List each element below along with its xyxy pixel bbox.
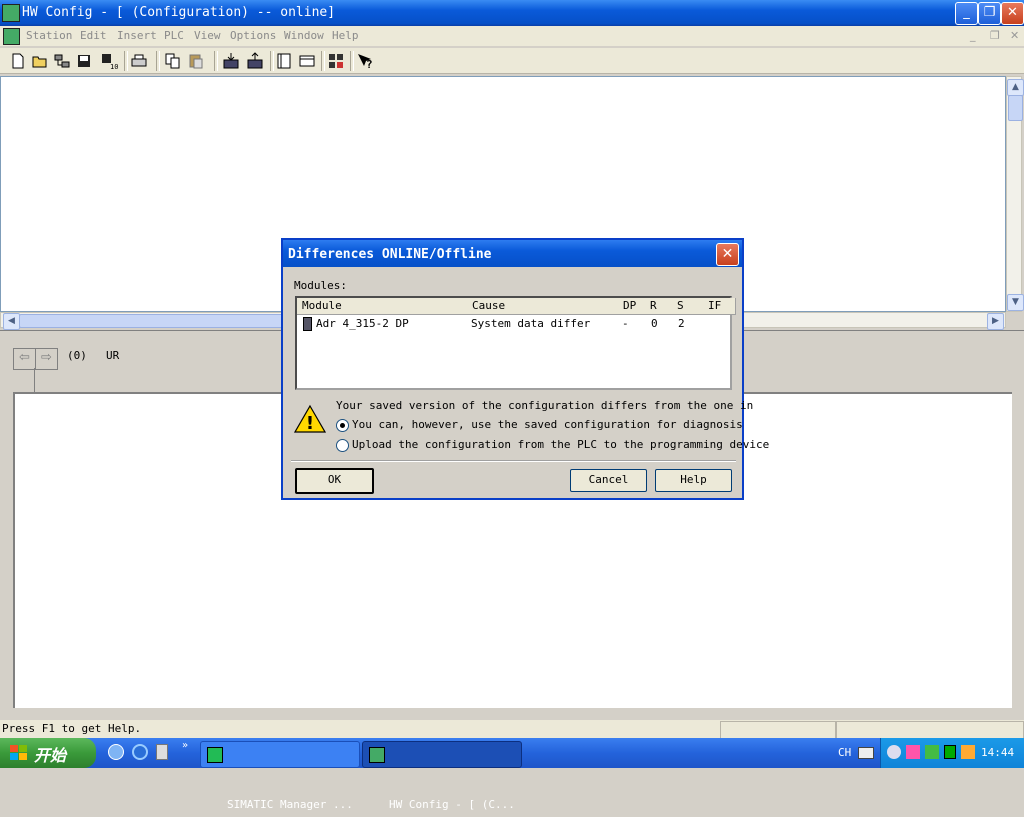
task-label: HW Config - [ (C... bbox=[389, 798, 515, 811]
status-bar: Press F1 to get Help. bbox=[0, 720, 1024, 739]
tray-app-icon[interactable] bbox=[906, 745, 920, 759]
catalog-icon[interactable] bbox=[275, 52, 293, 70]
warning-icon: ! bbox=[294, 404, 326, 434]
hw-config-app-icon[interactable] bbox=[2, 4, 20, 22]
save-icon[interactable] bbox=[75, 52, 93, 70]
tray-security-icon[interactable] bbox=[925, 745, 939, 759]
cell-r: 0 bbox=[651, 317, 658, 330]
menu-bar: Station Edit Insert PLC View Options Win… bbox=[0, 26, 1024, 46]
start-label: 开始 bbox=[34, 746, 67, 765]
vertical-scrollbar[interactable]: ▲ ▼ bbox=[1006, 76, 1024, 312]
scroll-left-icon[interactable]: ◀ bbox=[3, 313, 20, 330]
differences-dialog: Differences ONLINE/Offline ✕ Modules: Mo… bbox=[281, 238, 769, 500]
dialog-title: Differences ONLINE/Offline bbox=[288, 247, 492, 262]
context-help-icon[interactable]: ? bbox=[356, 52, 374, 71]
cancel-button[interactable]: Cancel bbox=[570, 469, 647, 492]
scroll-thumb[interactable] bbox=[1008, 95, 1023, 121]
paste-icon[interactable] bbox=[187, 52, 205, 70]
ok-button[interactable]: OK bbox=[295, 468, 374, 494]
keyboard-icon[interactable] bbox=[858, 747, 874, 759]
status-cell bbox=[720, 721, 836, 739]
dialog-title-bar: Differences ONLINE/Offline ✕ bbox=[283, 240, 742, 267]
simatic-icon bbox=[207, 747, 223, 763]
col-header-cause[interactable]: Cause bbox=[467, 298, 624, 315]
close-button[interactable]: ✕ bbox=[1001, 2, 1024, 25]
download-icon[interactable] bbox=[222, 52, 240, 70]
rack-name-label: UR bbox=[106, 349, 120, 362]
cell-cause: System data differ bbox=[471, 317, 591, 330]
help-button[interactable]: Help bbox=[655, 469, 732, 492]
svg-text:10: 10 bbox=[110, 63, 118, 70]
modules-label: Modules: bbox=[294, 279, 347, 292]
quicklaunch-more-icon[interactable]: » bbox=[182, 740, 188, 751]
back-arrow-icon[interactable]: ⇦ bbox=[13, 348, 36, 370]
hw-config-icon bbox=[369, 747, 385, 763]
menu-window[interactable]: Window bbox=[284, 29, 324, 42]
menu-options[interactable]: Options bbox=[230, 29, 276, 42]
col-header-module[interactable]: Module bbox=[297, 298, 473, 315]
minimize-button[interactable]: _ bbox=[955, 2, 978, 25]
dialog-close-button[interactable]: ✕ bbox=[716, 243, 739, 266]
tray-network-icon[interactable] bbox=[961, 745, 975, 759]
rack-slot-label: (0) bbox=[67, 349, 87, 362]
tray-status-icon[interactable] bbox=[944, 745, 956, 759]
calculator-icon[interactable] bbox=[156, 744, 168, 760]
col-header-if[interactable]: IF bbox=[703, 298, 736, 315]
scroll-down-icon[interactable]: ▼ bbox=[1007, 294, 1024, 311]
taskbar-hw-config[interactable]: HW Config - [ (C... bbox=[362, 741, 522, 811]
mdi-minimize-icon[interactable]: _ bbox=[970, 29, 976, 42]
config-icon[interactable] bbox=[327, 52, 345, 70]
forward-arrow-icon[interactable]: ⇨ bbox=[35, 348, 58, 370]
restore-button[interactable]: ❐ bbox=[978, 2, 1001, 25]
status-text: Press F1 to get Help. bbox=[2, 722, 142, 735]
cell-s: 2 bbox=[678, 317, 685, 330]
option-upload-label[interactable]: Upload the configuration from the PLC to… bbox=[352, 438, 769, 451]
ie-icon[interactable] bbox=[132, 744, 148, 760]
module-icon bbox=[303, 317, 312, 331]
save-compile-icon[interactable]: 10 bbox=[100, 52, 118, 71]
menu-edit[interactable]: Edit bbox=[80, 29, 107, 42]
mdi-restore-icon[interactable]: ❐ bbox=[990, 29, 1000, 42]
menu-view[interactable]: View bbox=[194, 29, 221, 42]
clock[interactable]: 14:44 bbox=[981, 746, 1014, 759]
taskbar-simatic-manager[interactable]: SIMATIC Manager ... bbox=[200, 741, 360, 811]
svg-text:!: ! bbox=[306, 413, 314, 434]
divider bbox=[34, 368, 35, 392]
cell-module: Adr 4_315-2 DP bbox=[316, 317, 409, 330]
online-icon[interactable] bbox=[53, 52, 71, 70]
upload-icon[interactable] bbox=[246, 52, 264, 70]
task-label: SIMATIC Manager ... bbox=[227, 798, 353, 811]
copy-icon[interactable] bbox=[164, 52, 182, 70]
network-icon[interactable] bbox=[298, 52, 316, 70]
system-tray: 14:44 bbox=[880, 738, 1024, 768]
window-title: HW Config - [ (Configuration) -- online] bbox=[22, 5, 336, 20]
dialog-divider bbox=[291, 460, 736, 462]
mdi-close-icon[interactable]: ✕ bbox=[1010, 29, 1019, 42]
show-desktop-icon[interactable] bbox=[108, 744, 124, 760]
menu-plc[interactable]: PLC bbox=[164, 29, 184, 42]
scroll-up-icon[interactable]: ▲ bbox=[1007, 79, 1024, 96]
status-cell bbox=[836, 721, 1024, 739]
menu-help[interactable]: Help bbox=[332, 29, 359, 42]
option-diagnosis-radio[interactable] bbox=[336, 419, 349, 432]
option-diagnosis-label[interactable]: You can, however, use the saved configur… bbox=[352, 418, 743, 431]
windows-logo-icon bbox=[10, 745, 27, 760]
start-button[interactable]: 开始 bbox=[0, 738, 96, 768]
toolbar: 10 ? bbox=[0, 48, 1024, 74]
title-bar: HW Config - [ (Configuration) -- online]… bbox=[0, 0, 1024, 26]
cell-dp: - bbox=[622, 317, 629, 330]
mdi-child-icon[interactable] bbox=[3, 28, 20, 45]
modules-table: Module Cause DP R S IF Adr 4_315-2 DP Sy… bbox=[295, 296, 736, 390]
menu-station[interactable]: Station bbox=[26, 29, 72, 42]
option-upload-radio[interactable] bbox=[336, 439, 349, 452]
svg-text:?: ? bbox=[366, 58, 373, 70]
print-icon[interactable] bbox=[130, 52, 148, 70]
tray-collapse-icon[interactable] bbox=[887, 745, 901, 759]
message-text: Your saved version of the configuration … bbox=[336, 399, 754, 412]
menu-insert[interactable]: Insert bbox=[117, 29, 157, 42]
language-indicator[interactable]: CH bbox=[838, 746, 851, 759]
open-icon[interactable] bbox=[31, 52, 49, 70]
scroll-right-icon[interactable]: ▶ bbox=[987, 313, 1004, 330]
new-icon[interactable] bbox=[9, 52, 27, 70]
